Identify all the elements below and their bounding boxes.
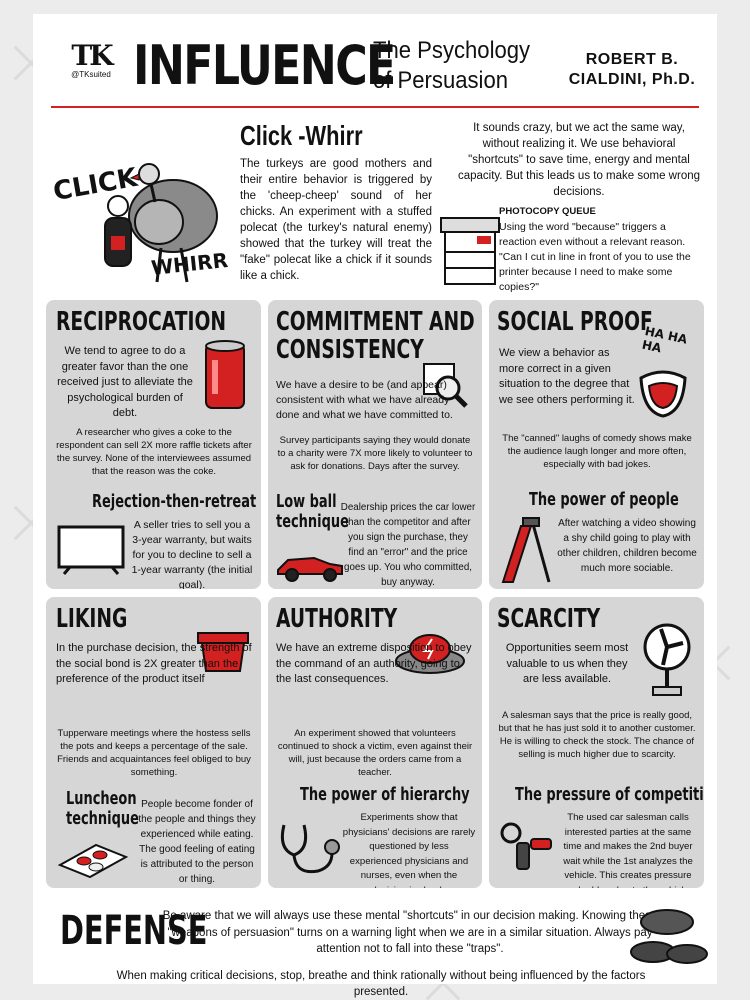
panel-scarcity: SCARCITY Opportunities seem most valuabl… — [489, 597, 704, 888]
panel-title: RECIPROCATION — [56, 307, 227, 337]
sports-car-icon — [277, 556, 343, 582]
defense-closing-text: When making critical decisions, stop, br… — [116, 970, 646, 998]
click-whirr-text: The turkeys are good mothers and their e… — [240, 158, 432, 282]
panel-commitment-consistency: COMMITMENT AND CONSISTENCY We have a des… — [268, 300, 482, 589]
panel-authority: AUTHORITY We have an extreme disposition… — [268, 597, 482, 888]
title-line: technique — [66, 808, 139, 829]
author-line: ROBERT B. — [585, 51, 679, 68]
stethoscope-icon — [280, 824, 340, 874]
panel-liking: LIKING In the purchase decision, the str… — [46, 597, 261, 888]
panel-example: The "canned" laughs of comedy shows make… — [502, 433, 692, 470]
playground-slide-icon — [501, 517, 551, 583]
intro-section: CLICK WHIRR Click -Whirr The turkeys are… — [47, 116, 703, 302]
subtitle-line: of Persuasion — [373, 67, 509, 94]
panel-body: We have a desire to be (and appear) cons… — [276, 379, 453, 421]
laugh-label: HA HA HA — [640, 323, 689, 356]
header: TK @TKsuited INFLUENCE The Psychology of… — [33, 14, 717, 108]
title-line: COMMITMENT AND — [276, 307, 475, 337]
title-line: technique — [276, 511, 349, 532]
panel-example: A salesman says that the price is really… — [498, 710, 696, 760]
panel-title: LIKING — [56, 604, 128, 634]
subsection-text: A seller tries to sell you a 3-year warr… — [131, 519, 253, 589]
panel-example: Tupperware meetings where the hostess se… — [57, 728, 251, 778]
panel-body: We have an extreme disposition to obey t… — [276, 642, 472, 685]
subsection-title: The power of people — [529, 489, 679, 510]
photocopy-queue-text: Using the word "because" triggers a reac… — [499, 221, 691, 293]
subsection-title: The power of hierarchy — [300, 784, 470, 805]
sushi-plate-icon — [57, 843, 129, 879]
author: ROBERT B. CIALDINI, Ph.D. — [567, 50, 697, 90]
turkey-and-polecat-illustration — [104, 163, 218, 283]
panel-title: SCARCITY — [497, 604, 601, 634]
subtitle-line: The Psychology — [373, 37, 531, 64]
subsection-text: Dealership prices the car lower than the… — [340, 502, 476, 588]
subsection-text: Experiments show that physicians' decisi… — [342, 812, 476, 888]
subsection-title: Low ball technique — [276, 492, 349, 532]
defense-text: Be aware that we will always use these m… — [162, 910, 658, 955]
photocopier-icon — [440, 217, 500, 285]
panel-title: COMMITMENT AND CONSISTENCY — [276, 308, 475, 364]
logo-handle: @TKsuited — [71, 70, 111, 79]
page-title: INFLUENCE — [133, 34, 396, 97]
title-line: Luncheon — [66, 788, 137, 809]
brand-logo: TK @TKsuited — [61, 42, 121, 80]
page-subtitle: The Psychology of Persuasion — [373, 36, 530, 96]
panel-title: AUTHORITY — [276, 604, 398, 634]
header-divider — [51, 106, 699, 108]
panel-reciprocation: RECIPROCATION We tend to agree to do a g… — [46, 300, 261, 589]
shortcuts-text: It sounds crazy, but we act the same way… — [457, 122, 701, 198]
panel-body: We view a behavior as more correct in a … — [499, 347, 635, 406]
electric-fan-icon — [643, 623, 691, 696]
panel-example: A researcher who gives a coke to the res… — [56, 427, 252, 477]
photocopy-queue-title: PHOTOCOPY QUEUE — [499, 206, 596, 217]
soda-can-icon — [205, 340, 245, 409]
author-line: CIALDINI, Ph.D. — [568, 71, 696, 88]
click-whirr-title: Click -Whirr — [240, 120, 363, 151]
panel-example: Survey participants saying they would do… — [277, 435, 473, 472]
bear-traps-icon — [630, 909, 708, 964]
subsection-title: Rejection-then-retreat — [92, 491, 257, 512]
panel-body: Opportunities seem most valuable to us w… — [505, 642, 629, 685]
subsection-title: Luncheon technique — [66, 789, 139, 829]
logo-mark: TK — [71, 39, 113, 72]
car-key-icon — [500, 822, 552, 870]
panel-body: In the purchase decision, the strength o… — [56, 642, 252, 685]
television-icon — [57, 525, 125, 575]
subsection-text: The used car salesman calls interested p… — [563, 812, 693, 888]
title-line: Low ball — [276, 491, 337, 512]
panel-social-proof: SOCIAL PROOF HA HA HA We view a behavior… — [489, 300, 704, 589]
subsection-text: People become fonder of the people and t… — [138, 799, 256, 885]
subsection-text: After watching a video showing a shy chi… — [557, 518, 697, 574]
laughing-mouth-icon — [639, 370, 687, 418]
panel-example: An experiment showed that volunteers con… — [277, 728, 473, 778]
panel-title: SOCIAL PROOF — [497, 307, 653, 337]
panel-body: We tend to agree to do a greater favor t… — [57, 345, 193, 419]
subsection-title: The pressure of competition — [515, 784, 704, 805]
poster-sheet: TK @TKsuited INFLUENCE The Psychology of… — [33, 14, 717, 998]
